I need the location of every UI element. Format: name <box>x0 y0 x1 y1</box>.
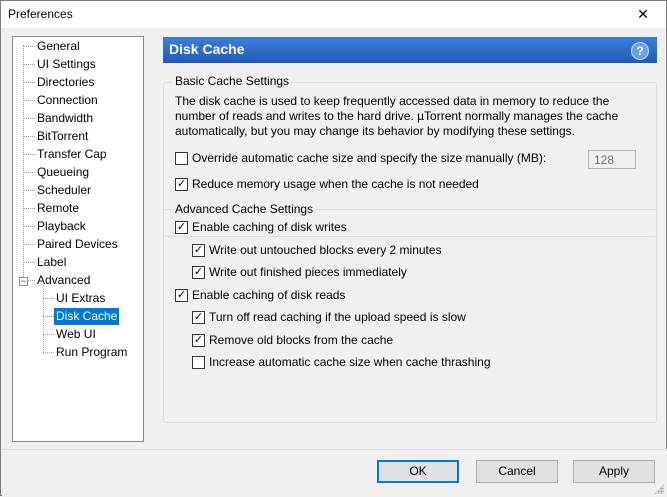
tree-item-bandwidth[interactable]: Bandwidth <box>35 110 95 127</box>
tree-line <box>23 154 35 155</box>
untouched-blocks-label: Write out untouched blocks every 2 minut… <box>209 243 442 257</box>
advanced-cache-legend: Advanced Cache Settings <box>172 202 317 216</box>
settings-panel: Disk Cache ? Basic Cache Settings The di… <box>163 37 657 427</box>
finished-pieces-checkbox[interactable]: ✓ <box>192 266 205 279</box>
turn-off-read-cache-checkbox[interactable]: ✓ <box>192 311 205 324</box>
collapse-icon[interactable]: − <box>19 277 28 286</box>
reduce-memory-label: Reduce memory usage when the cache is no… <box>192 177 479 191</box>
tree-line <box>23 100 35 101</box>
override-cache-checkbox[interactable] <box>175 152 188 165</box>
button-bar: OK Cancel Apply <box>2 449 667 497</box>
help-icon[interactable]: ? <box>631 42 649 60</box>
tree-line <box>43 316 54 317</box>
enable-writes-checkbox[interactable]: ✓ <box>175 221 188 234</box>
reduce-memory-checkbox[interactable]: ✓ <box>175 178 188 191</box>
tree-item-label[interactable]: Label <box>35 254 68 271</box>
basic-cache-legend: Basic Cache Settings <box>172 74 293 88</box>
tree-line <box>23 244 35 245</box>
tree-line <box>23 45 24 281</box>
cancel-button[interactable]: Cancel <box>476 460 558 483</box>
remove-old-blocks-checkbox[interactable]: ✓ <box>192 334 205 347</box>
tree-item-remote[interactable]: Remote <box>35 200 81 217</box>
category-tree[interactable]: General UI Settings Directories Connecti… <box>12 36 144 442</box>
tree-item-ui-extras[interactable]: UI Extras <box>54 290 107 307</box>
close-icon[interactable]: ✕ <box>620 1 666 28</box>
tree-item-run-program[interactable]: Run Program <box>54 344 129 361</box>
tree-line <box>43 334 54 335</box>
tree-item-playback[interactable]: Playback <box>35 218 88 235</box>
tree-line <box>43 298 54 299</box>
tree-item-web-ui[interactable]: Web UI <box>54 326 98 343</box>
preferences-window: Preferences ✕ General UI Settings Direct… <box>0 0 667 497</box>
tree-line <box>23 208 35 209</box>
tree-line <box>23 64 35 65</box>
enable-reads-checkbox[interactable]: ✓ <box>175 289 188 302</box>
window-title: Preferences <box>8 7 73 21</box>
title-bar: Preferences ✕ <box>1 1 666 28</box>
tree-line <box>23 226 35 227</box>
tree-line <box>23 172 35 173</box>
increase-cache-label: Increase automatic cache size when cache… <box>209 355 491 369</box>
untouched-blocks-checkbox[interactable]: ✓ <box>192 244 205 257</box>
increase-cache-checkbox[interactable] <box>192 356 205 369</box>
tree-line <box>23 190 35 191</box>
apply-button[interactable]: Apply <box>573 460 655 483</box>
cache-size-input[interactable]: 128 <box>588 150 636 169</box>
remove-old-blocks-label: Remove old blocks from the cache <box>209 333 394 347</box>
finished-pieces-label: Write out finished pieces immediately <box>209 265 407 279</box>
tree-line <box>28 280 35 281</box>
tree-line <box>23 82 35 83</box>
tree-item-general[interactable]: General <box>35 38 82 55</box>
turn-off-read-cache-label: Turn off read caching if the upload spee… <box>209 310 466 324</box>
tree-item-disk-cache[interactable]: Disk Cache <box>54 308 120 325</box>
ok-button[interactable]: OK <box>377 460 459 483</box>
tree-line <box>23 262 35 263</box>
panel-header: Disk Cache ? <box>163 37 657 63</box>
tree-item-transfer-cap[interactable]: Transfer Cap <box>35 146 109 163</box>
tree-line <box>43 352 54 353</box>
tree-item-connection[interactable]: Connection <box>35 92 100 109</box>
tree-item-directories[interactable]: Directories <box>35 74 96 91</box>
tree-item-advanced[interactable]: Advanced <box>35 272 92 289</box>
tree-line <box>23 136 35 137</box>
tree-line <box>23 118 35 119</box>
tree-line <box>23 46 35 47</box>
panel-title: Disk Cache <box>169 41 245 57</box>
enable-reads-label: Enable caching of disk reads <box>192 288 346 302</box>
tree-item-scheduler[interactable]: Scheduler <box>35 182 93 199</box>
tree-item-paired-devices[interactable]: Paired Devices <box>35 236 120 253</box>
override-cache-label: Override automatic cache size and specif… <box>192 151 547 165</box>
tree-item-bittorrent[interactable]: BitTorrent <box>35 128 90 145</box>
enable-writes-label: Enable caching of disk writes <box>192 220 347 234</box>
tree-item-ui-settings[interactable]: UI Settings <box>35 56 98 73</box>
tree-item-queueing[interactable]: Queueing <box>35 164 91 181</box>
resize-grip-icon[interactable] <box>654 484 664 494</box>
cache-description: The disk cache is used to keep frequentl… <box>175 94 619 138</box>
